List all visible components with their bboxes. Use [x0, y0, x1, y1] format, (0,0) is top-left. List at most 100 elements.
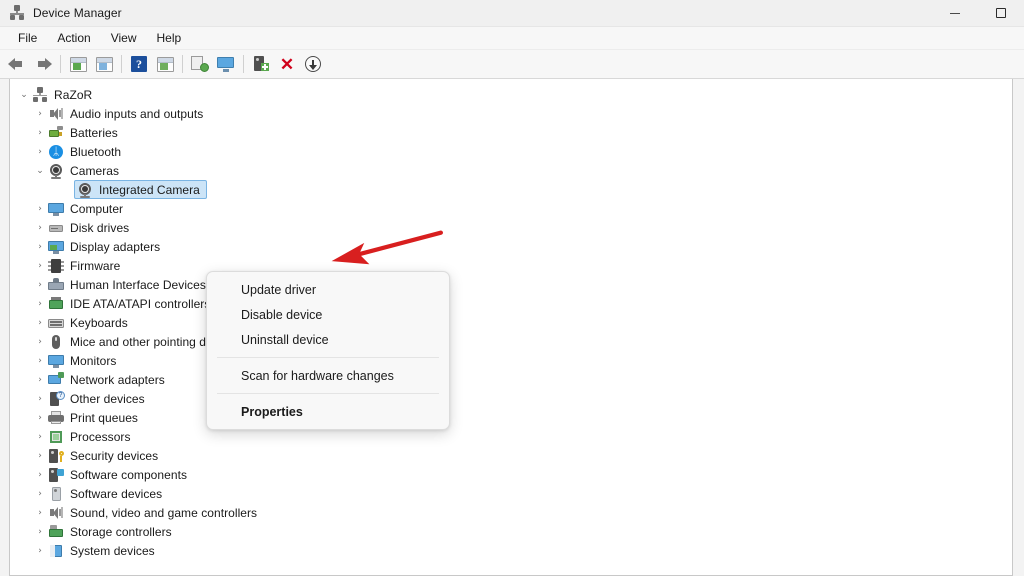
- help-question-glyph: ?: [131, 56, 147, 72]
- back-arrow-icon[interactable]: [4, 52, 30, 76]
- properties-window-icon[interactable]: [91, 52, 117, 76]
- device-tree-pane[interactable]: ⌄ RaZoR › Audio inputs and outputs › Batterie…: [9, 79, 1013, 576]
- tree-node-label: Sound, video and game controllers: [70, 505, 258, 520]
- tree-node-software-devices[interactable]: › Software devices: [10, 484, 1012, 503]
- tree-node-display-adapters[interactable]: › Display adapters: [10, 237, 1012, 256]
- expand-chevron-icon[interactable]: ›: [32, 489, 48, 499]
- tree-node-label: Print queues: [70, 410, 138, 425]
- enable-device-icon[interactable]: [248, 52, 274, 76]
- expand-chevron-icon[interactable]: ›: [32, 356, 48, 366]
- tree-node-integrated-camera[interactable]: Integrated Camera: [10, 180, 1012, 199]
- tree-node-human-interface-devices[interactable]: › Human Interface Devices: [10, 275, 1012, 294]
- expand-chevron-icon[interactable]: ›: [32, 204, 48, 214]
- show-details-pane-icon[interactable]: [152, 52, 178, 76]
- device-manager-icon: [9, 5, 25, 21]
- tree-node-batteries[interactable]: › Batteries: [10, 123, 1012, 142]
- device-tree: ⌄ RaZoR › Audio inputs and outputs › Batterie…: [10, 79, 1012, 560]
- tree-node-disk-drives[interactable]: › Disk drives: [10, 218, 1012, 237]
- expand-chevron-icon[interactable]: ›: [32, 451, 48, 461]
- expand-chevron-icon[interactable]: ›: [32, 261, 48, 271]
- toolbar: ? ✕: [0, 50, 1024, 79]
- toolbar-separator-2: [121, 55, 122, 73]
- context-menu-item-disable-device[interactable]: Disable device: [207, 302, 449, 327]
- expand-chevron-icon[interactable]: ›: [32, 432, 48, 442]
- context-menu-item-uninstall-device[interactable]: Uninstall device: [207, 327, 449, 352]
- toolbar-separator-4: [243, 55, 244, 73]
- menu-view[interactable]: View: [101, 29, 147, 47]
- computer-icon: [32, 86, 48, 103]
- expand-chevron-icon[interactable]: ›: [32, 546, 48, 556]
- disable-device-icon[interactable]: [300, 52, 326, 76]
- tree-node-label: Storage controllers: [70, 524, 172, 539]
- expand-chevron-icon[interactable]: ›: [32, 128, 48, 138]
- minimize-button[interactable]: [932, 0, 978, 27]
- context-menu-item-properties[interactable]: Properties: [207, 399, 449, 424]
- tree-node-audio-inputs-and-outputs[interactable]: › Audio inputs and outputs: [10, 104, 1012, 123]
- tree-node-other-devices[interactable]: ›? Other devices: [10, 389, 1012, 408]
- expand-chevron-icon[interactable]: ›: [32, 299, 48, 309]
- tree-node-security-devices[interactable]: › Security devices: [10, 446, 1012, 465]
- uninstall-device-icon[interactable]: ✕: [274, 52, 300, 76]
- expand-chevron-icon[interactable]: ›: [32, 508, 48, 518]
- firmware-chip-icon: [48, 258, 64, 274]
- tree-node-label: Disk drives: [70, 220, 130, 235]
- tree-node-network-adapters[interactable]: › Network adapters: [10, 370, 1012, 389]
- expand-chevron-icon[interactable]: ⌄: [32, 166, 48, 176]
- forward-arrow-icon[interactable]: [30, 52, 56, 76]
- show-hide-console-tree-icon[interactable]: [65, 52, 91, 76]
- scan-for-hardware-changes-icon[interactable]: [213, 52, 239, 76]
- tree-node-cameras[interactable]: ⌄ Cameras: [10, 161, 1012, 180]
- tree-node-keyboards[interactable]: › Keyboards: [10, 313, 1012, 332]
- expand-chevron-icon[interactable]: ⌄: [16, 90, 32, 100]
- expand-chevron-icon[interactable]: ›: [32, 337, 48, 347]
- window-title: Device Manager: [33, 6, 122, 20]
- tree-node-bluetooth[interactable]: › ᛦ Bluetooth: [10, 142, 1012, 161]
- tree-node-sound-video-and-game-controllers[interactable]: › Sound, video and game controllers: [10, 503, 1012, 522]
- selected-node-highlight[interactable]: Integrated Camera: [74, 180, 207, 199]
- printer-icon: [48, 410, 64, 426]
- update-driver-icon[interactable]: [187, 52, 213, 76]
- context-menu-item-scan-for-hardware-changes[interactable]: Scan for hardware changes: [207, 363, 449, 388]
- tree-node-monitors[interactable]: › Monitors: [10, 351, 1012, 370]
- tree-node-software-components[interactable]: › Software components: [10, 465, 1012, 484]
- menu-file[interactable]: File: [8, 29, 47, 47]
- camera-icon: [77, 182, 93, 198]
- storage-controller-icon: [48, 524, 64, 540]
- expand-chevron-icon[interactable]: ›: [32, 394, 48, 404]
- tree-node-firmware[interactable]: › Firmware: [10, 256, 1012, 275]
- expand-chevron-icon[interactable]: ›: [32, 527, 48, 537]
- menu-help[interactable]: Help: [147, 29, 192, 47]
- expand-chevron-icon[interactable]: ›: [32, 318, 48, 328]
- tree-node-computer[interactable]: › Computer: [10, 199, 1012, 218]
- disk-drive-icon: [48, 220, 64, 236]
- expand-chevron-icon[interactable]: ›: [32, 147, 48, 157]
- expand-chevron-icon[interactable]: ›: [32, 470, 48, 480]
- tree-node-label: System devices: [70, 543, 155, 558]
- keyboard-icon: [48, 315, 64, 331]
- expand-chevron-icon[interactable]: ›: [32, 413, 48, 423]
- tree-node-label: Keyboards: [70, 315, 128, 330]
- speaker-icon: [48, 106, 64, 122]
- system-device-icon: [48, 543, 64, 559]
- context-menu-item-update-driver[interactable]: Update driver: [207, 277, 449, 302]
- expand-chevron-icon[interactable]: ›: [32, 223, 48, 233]
- expand-chevron-icon[interactable]: ›: [32, 242, 48, 252]
- tree-node-processors[interactable]: › Processors: [10, 427, 1012, 446]
- tree-node-print-queues[interactable]: › Print queues: [10, 408, 1012, 427]
- tree-node-storage-controllers[interactable]: › Storage controllers: [10, 522, 1012, 541]
- expand-chevron-icon[interactable]: ›: [32, 109, 48, 119]
- tree-node-label: Bluetooth: [70, 144, 122, 159]
- help-icon[interactable]: ?: [126, 52, 152, 76]
- context-menu[interactable]: Update driver Disable device Uninstall dev…: [206, 271, 450, 430]
- title-bar: Device Manager: [0, 0, 1024, 27]
- tree-node-system-devices[interactable]: › System devices: [10, 541, 1012, 560]
- expand-chevron-icon[interactable]: ›: [32, 280, 48, 290]
- expand-chevron-icon[interactable]: ›: [32, 375, 48, 385]
- menu-action[interactable]: Action: [47, 29, 100, 47]
- tree-node-root[interactable]: ⌄ RaZoR: [10, 85, 1012, 104]
- tree-node-label: RaZoR: [54, 87, 93, 102]
- tree-node-label: Software devices: [70, 486, 163, 501]
- maximize-button[interactable]: [978, 0, 1024, 27]
- tree-node-ide-ata-atapi-controllers[interactable]: › IDE ATA/ATAPI controllers: [10, 294, 1012, 313]
- tree-node-mice-and-other-pointing-devices[interactable]: › Mice and other pointing devices: [10, 332, 1012, 351]
